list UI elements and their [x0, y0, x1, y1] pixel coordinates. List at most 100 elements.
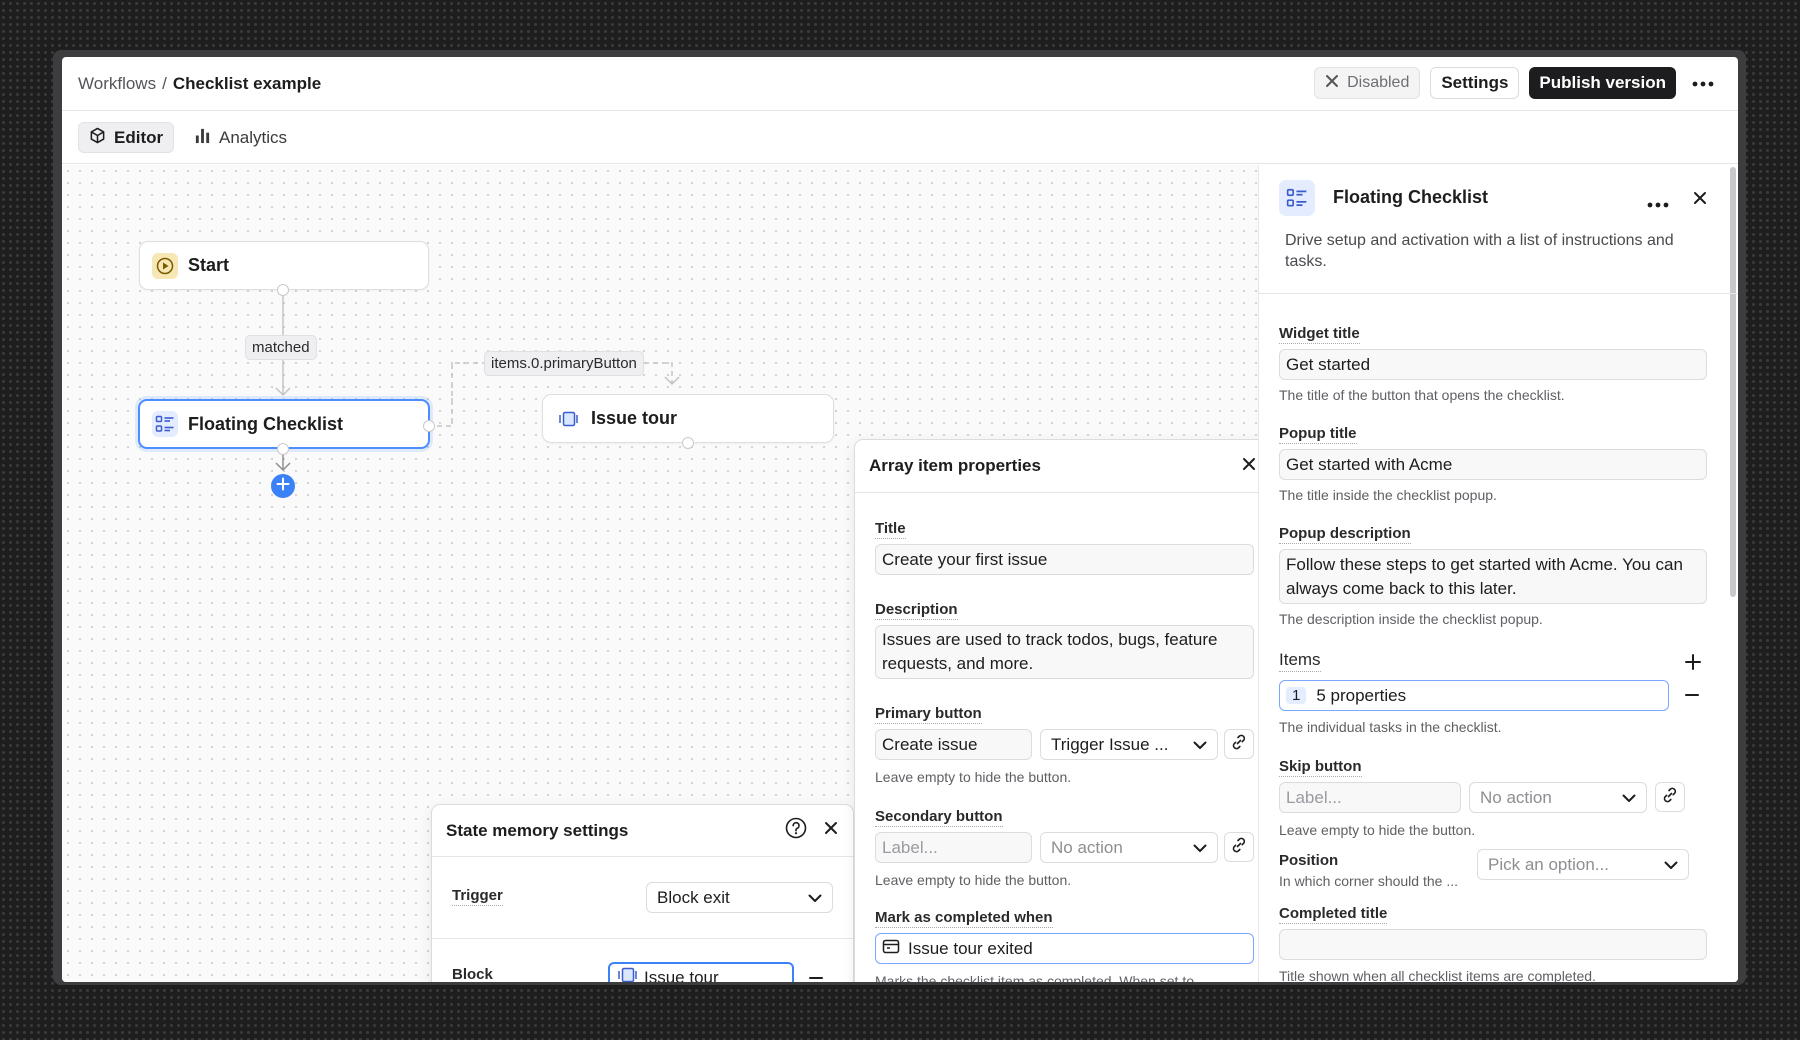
skip-link-button[interactable]: [1655, 782, 1685, 812]
issue-tour-node-label: Issue tour: [591, 408, 678, 428]
checklist-icon: [1279, 180, 1315, 216]
disabled-toggle-button[interactable]: Disabled: [1314, 67, 1421, 99]
widget-title-help: The title of the button that opens the c…: [1279, 387, 1565, 403]
primary-button-help: Leave empty to hide the button.: [875, 769, 1072, 785]
disabled-label: Disabled: [1347, 74, 1410, 91]
publish-version-button[interactable]: Publish version: [1529, 67, 1676, 99]
help-circle-icon[interactable]: [785, 817, 807, 844]
link-icon: [1230, 733, 1248, 756]
state-memory-header: State memory settings: [432, 805, 853, 857]
block-input[interactable]: Issue tour: [608, 962, 794, 982]
link-icon: [1661, 786, 1679, 809]
start-node[interactable]: Start: [139, 241, 429, 290]
popup-title-label: Popup title: [1279, 425, 1357, 444]
remove-block-button[interactable]: [808, 970, 824, 982]
chevron-down-icon: [1193, 838, 1207, 858]
properties-sidebar: Floating Checklist Drive setup and activ…: [1258, 165, 1738, 982]
sidebar-title: Floating Checklist: [1333, 187, 1489, 207]
secondary-button-input[interactable]: Label...: [875, 832, 1032, 863]
breadcrumb-separator: /: [162, 74, 167, 93]
add-step-button[interactable]: [271, 474, 295, 498]
chevron-down-icon: [1622, 788, 1636, 808]
more-horizontal-icon[interactable]: [1647, 195, 1669, 213]
position-select[interactable]: Pick an option...: [1477, 849, 1689, 880]
close-icon[interactable]: [823, 820, 839, 841]
plus-icon: [276, 477, 290, 496]
popup-title-help: The title inside the checklist popup.: [1279, 487, 1497, 503]
popup-description-help: The description inside the checklist pop…: [1279, 611, 1543, 627]
tab-bar: Editor Analytics: [62, 111, 1738, 164]
primary-link-button[interactable]: [1224, 729, 1254, 759]
completed-title-help: Title shown when all checklist items are…: [1279, 968, 1596, 982]
items-help: The individual tasks in the checklist.: [1279, 719, 1502, 735]
calendar-icon: [882, 938, 900, 959]
items-index-badge: 1: [1286, 687, 1307, 704]
secondary-button-help: Leave empty to hide the button.: [875, 872, 1072, 888]
popup-title-input[interactable]: Get started with Acme: [1279, 449, 1707, 480]
add-item-button[interactable]: [1684, 653, 1702, 676]
close-icon[interactable]: [1692, 190, 1708, 211]
array-item-panel: Array item properties Title Create your …: [854, 439, 1272, 982]
state-memory-title: State memory settings: [446, 820, 629, 840]
checklist-icon: [152, 411, 178, 437]
array-item-header: Array item properties: [855, 440, 1271, 493]
widget-title-label: Widget title: [1279, 325, 1360, 344]
primary-action-select[interactable]: Trigger Issue ...: [1040, 729, 1218, 760]
floating-checklist-node[interactable]: Floating Checklist: [138, 399, 430, 449]
checklist-node-right-port[interactable]: [423, 420, 435, 432]
start-node-label: Start: [188, 255, 230, 275]
divider: [1259, 293, 1738, 294]
issue-tour-node-port[interactable]: [682, 437, 694, 449]
secondary-action-select[interactable]: No action: [1040, 832, 1218, 863]
title-input[interactable]: Create your first issue: [875, 544, 1254, 575]
breadcrumb-workflows-link[interactable]: Workflows: [78, 74, 156, 94]
skip-button-label: Skip button: [1279, 758, 1362, 777]
popup-description-input[interactable]: Follow these steps to get started with A…: [1279, 549, 1707, 604]
tab-analytics-label: Analytics: [219, 127, 288, 147]
secondary-action-value: No action: [1051, 837, 1123, 857]
skip-action-select[interactable]: No action: [1469, 782, 1647, 813]
description-input[interactable]: Issues are used to track todos, bugs, fe…: [875, 625, 1254, 679]
trigger-select[interactable]: Block exit: [646, 882, 833, 913]
app-window: Workflows / Checklist example Disabled S…: [62, 57, 1738, 982]
mark-completed-input[interactable]: Issue tour exited: [875, 933, 1254, 964]
checklist-node-bottom-port[interactable]: [277, 443, 289, 455]
primary-button-input[interactable]: Create issue: [875, 729, 1032, 760]
settings-button[interactable]: Settings: [1430, 67, 1520, 99]
description-field-label: Description: [875, 601, 958, 620]
close-icon: [1325, 74, 1339, 93]
skip-button-input[interactable]: Label...: [1279, 782, 1461, 813]
block-input-value: Issue tour: [644, 967, 719, 983]
sidebar-description: Drive setup and activation with a list o…: [1285, 232, 1674, 270]
mark-completed-help: Marks the checklist item as completed. W…: [875, 973, 1210, 982]
position-help: In which corner should the ...: [1279, 873, 1458, 889]
play-icon: [152, 252, 178, 279]
completed-title-input[interactable]: [1279, 929, 1707, 960]
sidebar-scrollbar[interactable]: [1730, 167, 1736, 597]
bar-chart-icon: [194, 127, 211, 149]
tab-editor[interactable]: Editor: [78, 122, 175, 153]
secondary-button-label: Secondary button: [875, 808, 1003, 827]
issue-tour-node[interactable]: Issue tour: [542, 394, 834, 443]
chevron-down-icon: [808, 888, 822, 908]
widget-title-input[interactable]: Get started: [1279, 349, 1707, 380]
tour-icon: [616, 966, 638, 982]
more-menu-button[interactable]: [1686, 67, 1720, 99]
workflow-canvas[interactable]: Start matched Floating Checklist items.0…: [62, 165, 1272, 982]
completed-title-label: Completed title: [1279, 905, 1388, 924]
skip-button-help: Leave empty to hide the button.: [1279, 822, 1476, 838]
items-value: 5 properties: [1316, 685, 1407, 705]
chevron-down-icon: [1193, 735, 1207, 755]
items-array-field[interactable]: 1 5 properties: [1279, 680, 1669, 711]
start-node-port[interactable]: [277, 284, 289, 296]
position-label: Position: [1279, 852, 1339, 869]
close-icon[interactable]: [1241, 456, 1257, 477]
breadcrumb: Workflows / Checklist example: [78, 74, 321, 94]
remove-item-button[interactable]: [1684, 687, 1700, 708]
secondary-link-button[interactable]: [1224, 832, 1254, 862]
tab-analytics[interactable]: Analytics: [184, 122, 297, 153]
breadcrumb-current: Checklist example: [172, 74, 322, 93]
link-icon: [1230, 836, 1248, 859]
tab-editor-label: Editor: [114, 127, 164, 147]
edge-label-primary-button: items.0.primaryButton: [484, 351, 644, 376]
